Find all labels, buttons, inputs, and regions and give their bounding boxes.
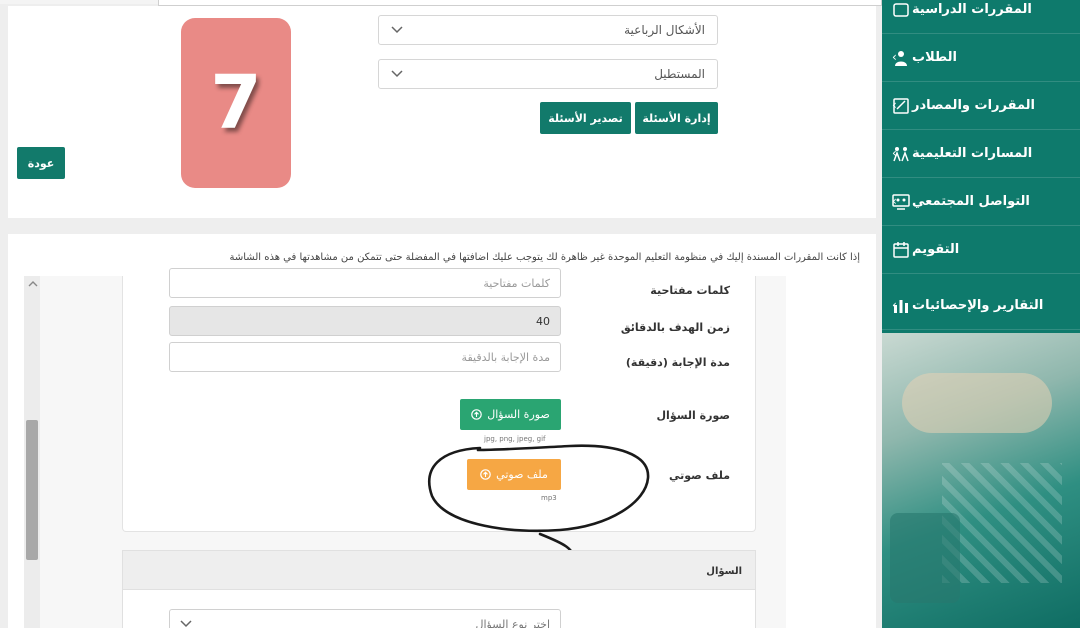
question-type-select[interactable]: اختر نوع السؤال (169, 609, 561, 628)
shape-category-value: الأشكال الرباعية (624, 23, 705, 37)
sidebar-item-label: الطلاب (912, 50, 957, 65)
sidebar-item-community[interactable]: › التواصل المجتمعي (882, 178, 1080, 226)
question-image-upload-button[interactable]: صورة السؤال (460, 399, 561, 430)
sidebar-item-calendar[interactable]: التقويم (882, 226, 1080, 274)
audio-format-hint: mp3 (541, 494, 557, 502)
chevron-down-icon (391, 23, 403, 37)
audio-button-label: ملف صوتي (496, 468, 548, 481)
sidebar-item-label: المسارات التعليمية (912, 146, 1033, 161)
favorites-notice: إذا كانت المقررات المسندة إليك في منظومة… (229, 252, 860, 263)
sidebar-item-label: المقررات الدراسية (912, 2, 1032, 17)
shape-value: المستطيل (654, 67, 705, 81)
answer-duration-input[interactable]: مدة الإجابة بالدقيقة (169, 342, 561, 372)
sidebar-item-label: التقارير والإحصائيات (912, 298, 1044, 313)
scrollbar-thumb[interactable] (26, 420, 38, 560)
chevron-right-icon: › (892, 298, 897, 312)
question-section-title: السؤال (706, 566, 742, 577)
chevron-down-icon (391, 67, 403, 81)
back-button[interactable]: عودة (17, 147, 65, 179)
audio-file-label: ملف صوتي (668, 469, 730, 482)
upload-icon (480, 469, 491, 480)
manage-questions-button[interactable]: إدارة الأسئلة (635, 102, 718, 134)
chevron-down-icon (180, 618, 192, 628)
sidebar-item-courses[interactable]: المقررات الدراسية (882, 0, 1080, 34)
chevron-right-icon: › (892, 146, 897, 160)
illustration-shape (902, 373, 1052, 433)
illustration-shape (942, 463, 1062, 583)
shape-category-select[interactable]: الأشكال الرباعية (378, 15, 718, 45)
step-number: 7 (210, 60, 262, 146)
sidebar-item-label: التواصل المجتمعي (912, 194, 1030, 209)
sidebar-item-resources[interactable]: › المقررات والمصادر (882, 82, 1080, 130)
question-section-header (122, 550, 756, 590)
export-questions-button[interactable]: تصدير الأسئلة (540, 102, 631, 134)
step-number-badge: 7 (181, 18, 291, 188)
sidebar: المقررات الدراسية › الطلاب › المقررات وا… (882, 0, 1080, 628)
question-image-button-label: صورة السؤال (487, 408, 550, 421)
audio-upload-button[interactable]: ملف صوتي (467, 459, 561, 490)
sidebar-item-reports[interactable]: › التقارير والإحصائيات (882, 282, 1080, 330)
illustration-shape (890, 513, 960, 603)
sidebar-item-label: المقررات والمصادر (912, 98, 1036, 113)
page: الأشكال الرباعية المستطيل إدارة الأسئلة … (0, 0, 1080, 628)
sidebar-illustration (882, 333, 1080, 628)
sidebar-item-label: التقويم (912, 242, 960, 257)
answer-duration-label: مدة الإجابة (دقيقة) (625, 356, 730, 369)
shape-select[interactable]: المستطيل (378, 59, 718, 89)
keywords-input[interactable]: كلمات مفتاحية (169, 268, 561, 298)
question-type-value: اختر نوع السؤال (475, 617, 551, 628)
upload-icon (471, 409, 483, 420)
question-image-label: صورة السؤال (656, 409, 731, 422)
calendar-icon (890, 239, 912, 261)
chevron-right-icon: › (892, 50, 897, 64)
target-time-input[interactable]: 40 (169, 306, 561, 336)
sidebar-item-learning-paths[interactable]: › المسارات التعليمية (882, 130, 1080, 178)
chevron-right-icon: › (892, 98, 897, 112)
keywords-label: كلمات مفتاحية (650, 284, 730, 297)
target-time-label: زمن الهدف بالدقائق (620, 321, 730, 334)
chevron-right-icon: › (892, 194, 897, 208)
sidebar-item-students[interactable]: › الطلاب (882, 34, 1080, 82)
course-icon (890, 0, 912, 21)
image-format-hint: jpg, png, jpeg, gif (484, 435, 546, 443)
scroll-up-icon[interactable] (28, 280, 38, 290)
